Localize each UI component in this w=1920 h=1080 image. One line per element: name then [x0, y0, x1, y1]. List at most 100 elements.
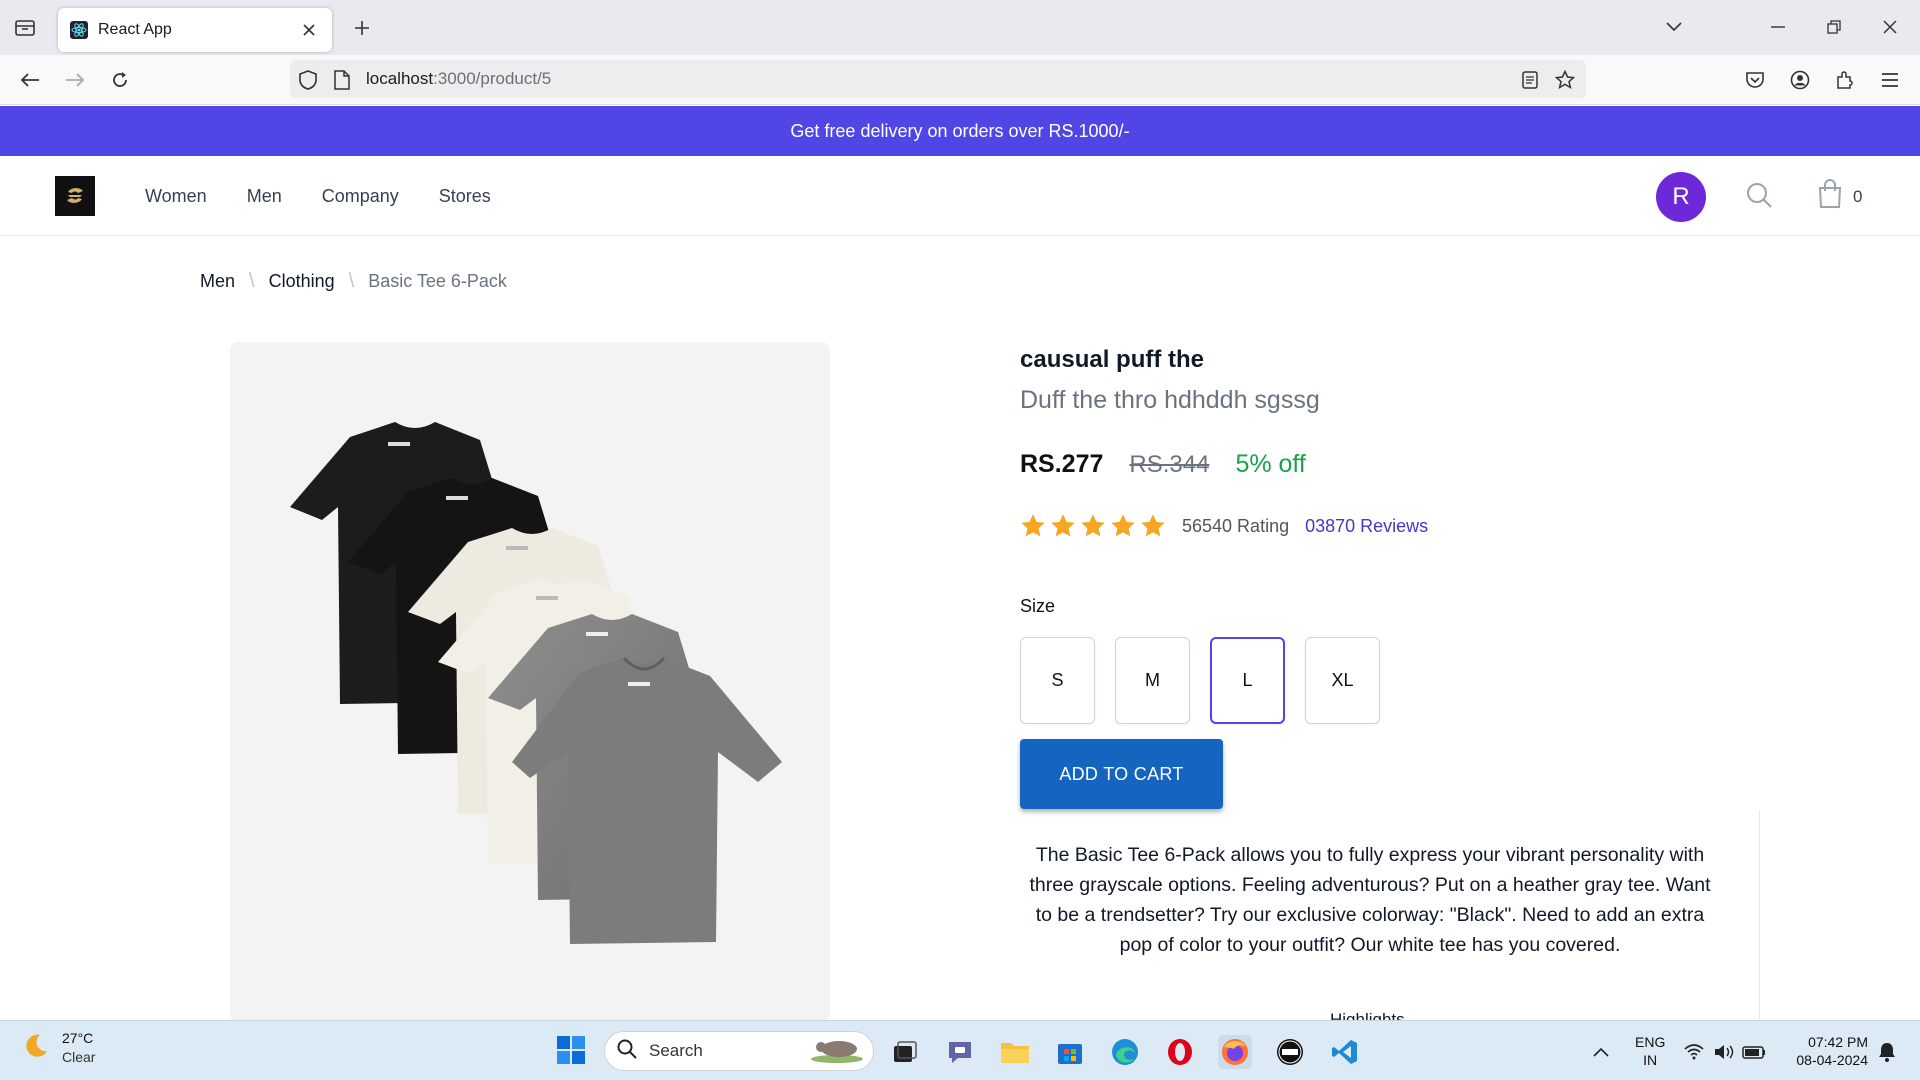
add-to-cart-button[interactable]: ADD TO CART — [1020, 739, 1223, 809]
size-option-m[interactable]: M — [1115, 637, 1190, 724]
star-icon — [1051, 514, 1075, 537]
rating-count: 56540 Rating — [1182, 515, 1290, 536]
browser-tab[interactable]: React App — [58, 8, 332, 52]
weather-condition: Clear — [62, 1049, 96, 1065]
menu-item-men[interactable]: Men — [247, 186, 282, 207]
breadcrumb-clothing[interactable]: Clothing — [269, 271, 335, 292]
restore-icon[interactable] — [1818, 12, 1850, 42]
notification-bell-icon[interactable] — [1870, 1035, 1904, 1069]
account-icon[interactable] — [1785, 65, 1815, 95]
star-icon — [1111, 514, 1135, 537]
price-row: RS.277 RS.344 5% off — [1020, 450, 1306, 479]
teams-chat-icon[interactable] — [943, 1035, 977, 1069]
edge-browser-icon[interactable] — [1108, 1035, 1142, 1069]
size-label: Size — [1020, 596, 1056, 616]
url-bar[interactable]: localhost:3000/product/5 — [290, 60, 1586, 98]
promo-banner: Get free delivery on orders over RS.1000… — [0, 106, 1920, 156]
main-menu: Women Men Company Stores — [145, 156, 491, 236]
clock-date: 08-04-2024 — [1796, 1052, 1868, 1068]
language-indicator[interactable]: ENG IN — [1635, 1033, 1665, 1069]
windows-taskbar: 27°C Clear Search ENG IN 07:42 PM 08-04-… — [0, 1020, 1920, 1080]
menu-hamburger-icon[interactable] — [1875, 65, 1905, 95]
language-bottom: IN — [1643, 1052, 1658, 1068]
breadcrumb-men[interactable]: Men — [200, 271, 235, 292]
bookmark-star-icon[interactable] — [1553, 68, 1577, 92]
breadcrumb-separator: \ — [249, 270, 255, 292]
taskbar-search-label: Search — [649, 1041, 703, 1060]
divider — [1759, 810, 1760, 1020]
product-description: The Basic Tee 6-Pack allows you to fully… — [1029, 844, 1711, 956]
promo-text: Get free delivery on orders over RS.1000… — [790, 120, 1130, 141]
star-icon — [1021, 514, 1045, 537]
search-highlight-icon — [809, 1035, 865, 1068]
product-price: RS.277 — [1020, 450, 1104, 478]
language-top: ENG — [1635, 1034, 1666, 1050]
cart-button[interactable]: 0 — [1817, 179, 1862, 214]
minimize-icon[interactable] — [1762, 12, 1794, 42]
breadcrumb-current: Basic Tee 6-Pack — [368, 271, 507, 291]
shopping-bag-icon — [1817, 179, 1843, 214]
discount-label: 5% off — [1235, 450, 1306, 478]
brand-logo[interactable] — [55, 176, 95, 216]
clock-time: 07:42 PM — [1808, 1034, 1868, 1050]
star-icon — [1141, 514, 1165, 537]
page-icon[interactable] — [330, 68, 354, 92]
firefox-browser-icon[interactable] — [1218, 1035, 1252, 1069]
url-text[interactable]: localhost:3000/product/5 — [366, 69, 551, 89]
close-tab-icon[interactable] — [298, 19, 320, 41]
microsoft-store-icon[interactable] — [1053, 1035, 1087, 1069]
star-icon — [1081, 514, 1105, 537]
new-tab-icon[interactable] — [348, 14, 376, 42]
forward-icon[interactable] — [60, 65, 90, 95]
vscode-icon[interactable] — [1328, 1035, 1362, 1069]
url-path: :3000/product/5 — [433, 69, 552, 88]
moon-icon — [22, 1032, 50, 1065]
menu-item-stores[interactable]: Stores — [439, 186, 491, 207]
breadcrumb-separator: \ — [348, 270, 355, 292]
url-host: localhost — [366, 69, 434, 88]
task-view-icon[interactable] — [888, 1035, 922, 1069]
shield-icon[interactable] — [296, 68, 320, 92]
tshirt-stack-image — [290, 422, 782, 944]
size-option-l[interactable]: L — [1210, 637, 1285, 724]
user-avatar[interactable]: R — [1656, 172, 1706, 222]
reviews-link[interactable]: 03870 Reviews — [1305, 516, 1428, 537]
system-tray-status[interactable] — [1680, 1035, 1770, 1069]
menu-item-women[interactable]: Women — [145, 186, 207, 207]
menu-item-company[interactable]: Company — [322, 186, 399, 207]
original-price: RS.344 — [1129, 451, 1210, 478]
reload-icon[interactable] — [105, 65, 135, 95]
extensions-icon[interactable] — [1830, 65, 1860, 95]
pocket-icon[interactable] — [1740, 65, 1770, 95]
weather-temp: 27°C — [62, 1030, 94, 1046]
size-option-xl[interactable]: XL — [1305, 637, 1380, 724]
list-all-tabs-icon[interactable] — [1658, 12, 1690, 42]
windows-start-icon[interactable] — [554, 1033, 588, 1067]
weather-widget[interactable]: 27°C Clear — [22, 1029, 95, 1067]
taskbar-clock[interactable]: 07:42 PM 08-04-2024 — [1780, 1033, 1868, 1069]
tab-list-icon[interactable] — [12, 15, 38, 41]
size-selector: S M L XL — [1020, 637, 1380, 724]
tab-title: React App — [98, 21, 172, 38]
reader-view-icon[interactable] — [1518, 68, 1542, 92]
cart-count: 0 — [1853, 186, 1863, 206]
star-rating — [1020, 513, 1166, 539]
show-hidden-icons-icon[interactable] — [1584, 1035, 1618, 1069]
taskbar-search[interactable]: Search — [604, 1031, 874, 1071]
site-header: Women Men Company Stores R 0 — [0, 156, 1920, 236]
breadcrumb: Men \ Clothing \ Basic Tee 6-Pack — [200, 270, 507, 293]
browser-nav-bar: localhost:3000/product/5 — [0, 55, 1920, 105]
opera-browser-icon[interactable] — [1163, 1035, 1197, 1069]
product-title: causual puff the — [1020, 346, 1205, 373]
rating-row: 56540 Rating 03870 Reviews — [1020, 513, 1428, 539]
size-option-s[interactable]: S — [1020, 637, 1095, 724]
close-window-icon[interactable] — [1874, 12, 1906, 42]
product-image — [230, 342, 830, 1022]
browser-tab-bar: React App — [0, 0, 1920, 55]
search-icon[interactable] — [1745, 181, 1775, 211]
back-icon[interactable] — [15, 65, 45, 95]
file-explorer-icon[interactable] — [998, 1035, 1032, 1069]
dell-icon[interactable] — [1273, 1035, 1307, 1069]
product-subtitle: Duff the thro hdhddh sgssg — [1020, 386, 1320, 414]
react-favicon-icon — [70, 21, 88, 39]
